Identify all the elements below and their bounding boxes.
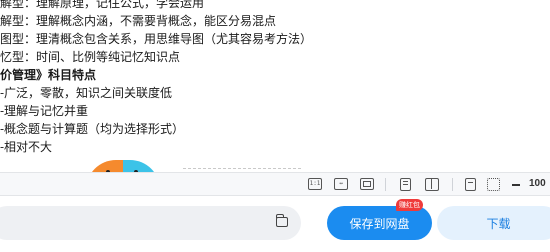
document-viewer[interactable]: 解型：理解原理，记住公式，学会运用 解型：理解概念内涵，不需要背概念，能区分易混… — [0, 0, 550, 172]
download-label: 下载 — [486, 216, 511, 231]
doc-line: -理解与记忆并重 — [0, 104, 89, 118]
zoom-out-icon[interactable] — [512, 184, 520, 186]
fit-page-icon[interactable] — [360, 178, 374, 190]
fit-width-icon[interactable]: ↔ — [334, 178, 348, 190]
crop-icon[interactable] — [487, 178, 500, 191]
actual-size-icon[interactable]: 1:1 — [308, 178, 322, 190]
doc-line: 解型：理解原理，记住公式，学会运用 — [0, 0, 205, 10]
doc-heading: 价管理》科目特点 — [0, 68, 97, 82]
folder-icon[interactable] — [275, 214, 288, 227]
doc-line: 解型：理解概念内涵，不需要背概念，能区分易混点 — [0, 14, 277, 28]
download-button[interactable]: 下载 — [437, 206, 550, 240]
save-path-field[interactable] — [0, 206, 301, 240]
doc-line: -概念题与计算题（均为选择形式） — [0, 122, 185, 136]
save-to-netdisk-label: 保存到网盘 — [349, 216, 410, 231]
doc-line: 图型：理清概念包含关系，用思维导图（尤其容易考方法） — [0, 32, 313, 46]
toolbar-divider — [385, 178, 386, 191]
zoom-level: 100 — [529, 178, 546, 189]
red-packet-badge: 赚红包 — [396, 199, 423, 211]
save-to-netdisk-button[interactable]: 保存到网盘 — [327, 206, 432, 240]
two-page-icon[interactable] — [425, 178, 439, 191]
footer-bar: 保存到网盘 赚红包 下载 — [0, 196, 550, 252]
doc-line: -广泛，零散，知识之间关联度低 — [0, 86, 173, 100]
single-page-icon[interactable] — [400, 178, 411, 191]
doc-line: -相对不大 — [0, 140, 53, 154]
toolbar-divider — [452, 178, 453, 191]
rotate-icon[interactable] — [465, 178, 476, 191]
viewer-toolbar: 1:1 ↔ 100 — [0, 172, 550, 196]
doc-line: 忆型：时间、比例等纯记忆知识点 — [0, 50, 181, 64]
doc-illustration — [86, 160, 160, 172]
